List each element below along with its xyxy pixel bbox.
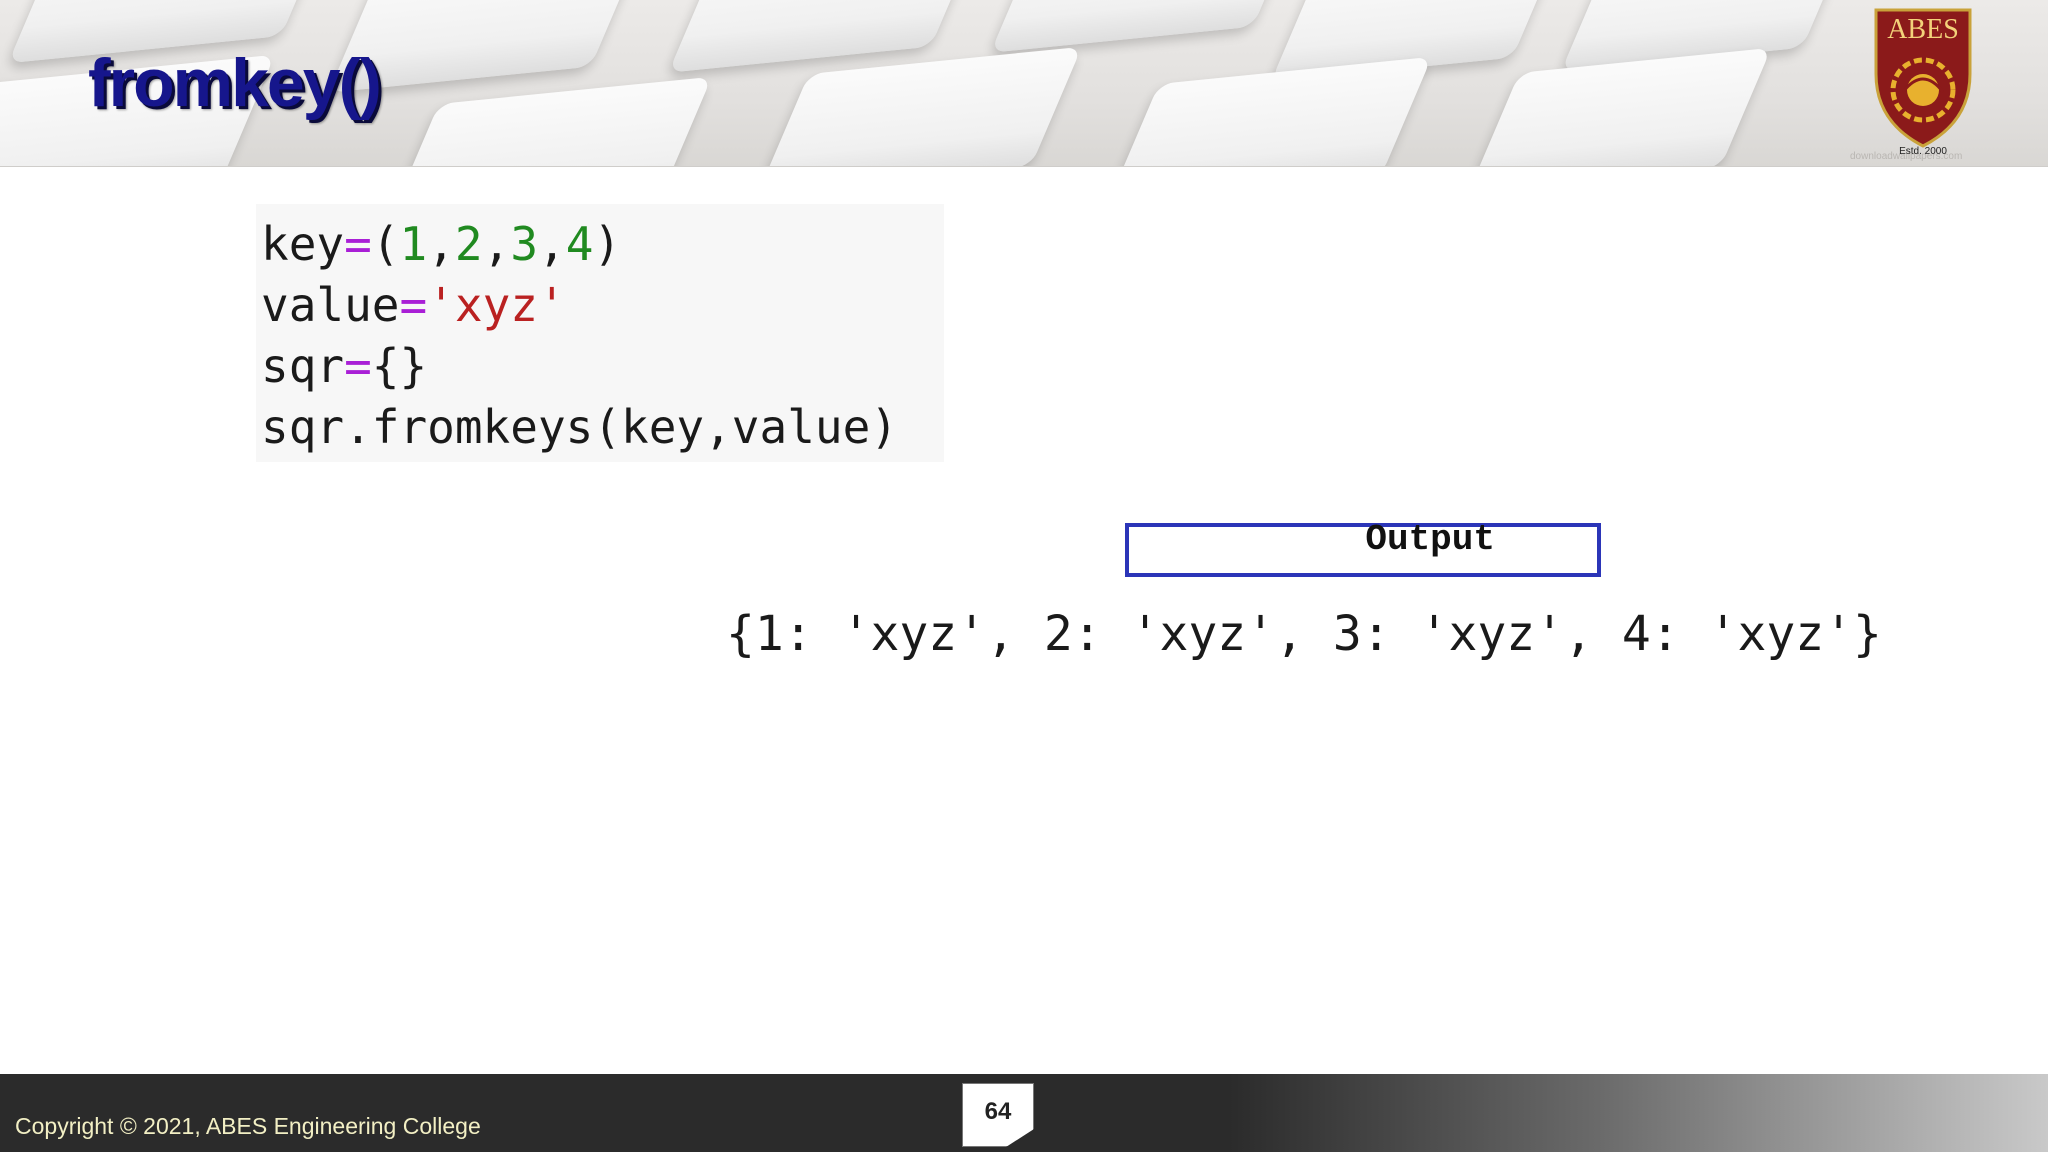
code-token: ( <box>371 217 400 271</box>
code-token: sqr.fromkeys(key,value) <box>261 400 898 454</box>
logo-est: Estd. 2000 <box>1899 146 1947 157</box>
page-curl-icon <box>1006 1129 1034 1147</box>
code-token: ) <box>593 217 622 271</box>
code-block: key=(1,2,3,4) value='xyz' sqr={} sqr.fromke… <box>256 204 944 462</box>
code-line: key=(1,2,3,4) <box>261 214 944 275</box>
keyboard-key <box>758 46 1082 166</box>
code-token: = <box>344 339 372 393</box>
header-banner: fromkey() ABES downloadwallpapers.com Es… <box>0 0 2048 167</box>
code-token: value <box>261 278 400 332</box>
code-token: = <box>344 217 372 271</box>
keyboard-key <box>388 76 712 166</box>
code-line: value='xyz' <box>261 275 944 336</box>
code-token: {} <box>371 339 428 393</box>
code-line: sqr.fromkeys(key,value) <box>261 397 944 458</box>
page-number: 64 <box>984 1098 1012 1125</box>
code-token: , <box>482 217 511 271</box>
abes-shield-icon: ABES <box>1874 8 1972 148</box>
keyboard-key <box>1468 47 1772 166</box>
code-token: 'xyz' <box>427 278 566 332</box>
code-token: key <box>261 217 345 271</box>
output-result: {1: 'xyz', 2: 'xyz', 3: 'xyz', 4: 'xyz'} <box>726 606 1882 662</box>
slide-title: fromkey() <box>88 45 382 121</box>
code-token: 4 <box>565 217 594 271</box>
code-token: 1 <box>399 217 428 271</box>
code-token: 3 <box>510 217 539 271</box>
code-token: 2 <box>454 217 483 271</box>
code-token: = <box>399 278 428 332</box>
keyboard-key <box>990 0 1300 53</box>
code-token: sqr <box>261 339 345 393</box>
keyboard-key <box>1108 56 1432 166</box>
copyright-text: Copyright © 2021, ABES Engineering Colle… <box>15 1113 481 1139</box>
logo-text: ABES <box>1887 14 1959 45</box>
code-token: , <box>427 217 455 271</box>
code-line: sqr={} <box>261 336 944 397</box>
output-label: Output <box>1365 519 1495 560</box>
code-token: , <box>538 217 566 271</box>
